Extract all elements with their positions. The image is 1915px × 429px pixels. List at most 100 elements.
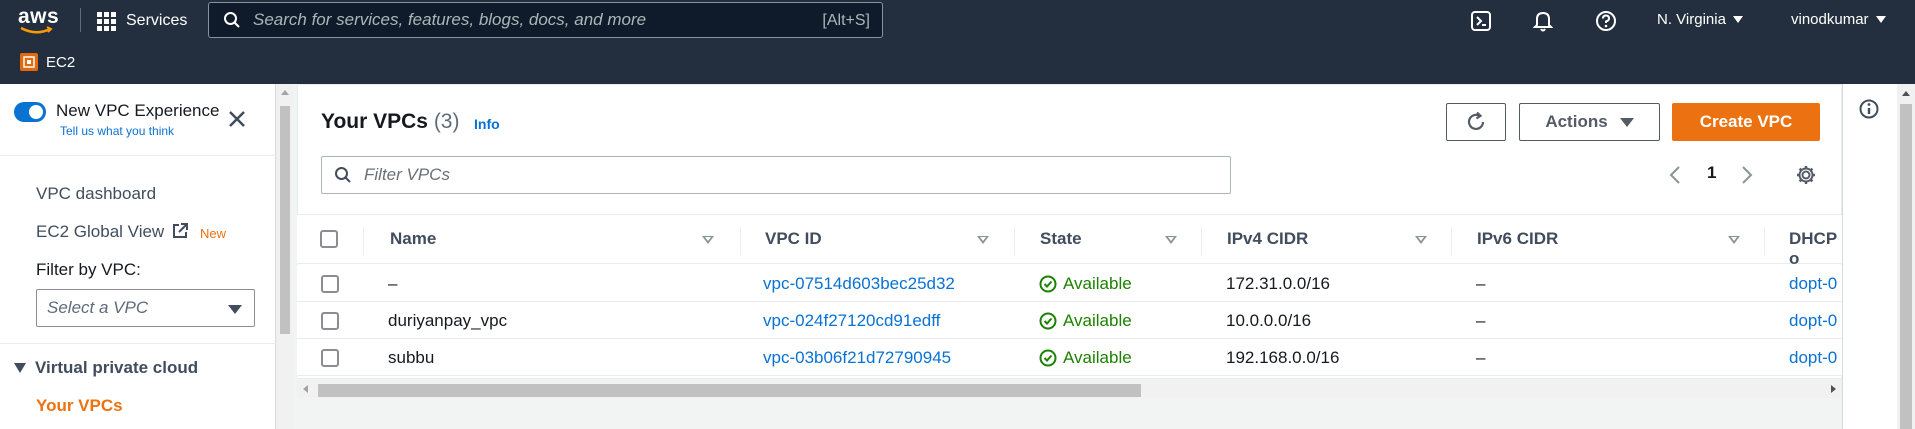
sidebar-divider — [0, 343, 276, 344]
vpc-name: duriyanpay_vpc — [388, 311, 508, 330]
ec2-favorite[interactable]: EC2 — [20, 53, 75, 71]
vpc-id-link[interactable]: vpc-024f27120cd91edff — [763, 311, 940, 331]
state-label: Available — [1063, 348, 1132, 367]
refresh-icon — [1467, 111, 1485, 131]
column-separator — [1451, 227, 1452, 255]
column-header-state[interactable]: State — [1040, 229, 1082, 249]
table-row[interactable]: duriyanpay_vpc vpc-024f27120cd91edff Ava… — [297, 302, 1842, 339]
info-link[interactable]: Info — [474, 116, 500, 132]
new-vpc-toggle[interactable] — [14, 102, 46, 122]
chevron-left-icon[interactable] — [1669, 165, 1681, 185]
aws-logo[interactable]: aws — [18, 5, 59, 37]
state-label: Available — [1063, 274, 1132, 293]
row-checkbox[interactable] — [321, 312, 339, 330]
dhcp-link[interactable]: dopt-0 — [1789, 274, 1837, 294]
column-header-dhcp[interactable]: DHCP o — [1789, 229, 1842, 269]
region-selector[interactable]: N. Virginia — [1657, 11, 1743, 28]
sort-icon[interactable] — [1415, 236, 1427, 244]
global-search[interactable]: [Alt+S] — [208, 2, 883, 38]
page-number[interactable]: 1 — [1707, 163, 1716, 183]
row-checkbox[interactable] — [321, 275, 339, 293]
dhcp-link[interactable]: dopt-0 — [1789, 311, 1837, 331]
search-input[interactable] — [253, 10, 773, 30]
ec2-icon — [20, 53, 38, 71]
new-badge: New — [200, 226, 227, 241]
state-cell: Available — [1039, 311, 1132, 331]
horizontal-scroll-thumb[interactable] — [318, 384, 1141, 397]
vpc-name: subbu — [388, 348, 435, 367]
refresh-button[interactable] — [1446, 103, 1506, 141]
bell-icon[interactable] — [1530, 8, 1556, 34]
sidebar-scroll-thumb[interactable] — [280, 106, 290, 334]
gear-icon[interactable] — [1795, 164, 1817, 186]
ipv4-cidr: 10.0.0.0/16 — [1226, 311, 1312, 330]
page-title-text: Your VPCs — [321, 110, 428, 133]
ipv4-cidr: 172.31.0.0/16 — [1226, 274, 1330, 293]
column-separator — [1014, 227, 1015, 255]
sort-icon[interactable] — [1728, 236, 1740, 244]
account-menu[interactable]: vinodkumar — [1791, 11, 1886, 28]
page-title: Your VPCs (3) — [321, 110, 459, 134]
sidebar-item-vpc-dashboard[interactable]: VPC dashboard — [36, 184, 156, 204]
region-label: N. Virginia — [1657, 11, 1726, 28]
help-icon[interactable] — [1593, 8, 1619, 34]
close-icon[interactable] — [228, 110, 246, 128]
cloudshell-icon[interactable] — [1468, 8, 1494, 34]
column-header-name[interactable]: Name — [390, 229, 436, 249]
state-cell: Available — [1039, 348, 1132, 368]
vpc-id-link[interactable]: vpc-03b06f21d72790945 — [763, 348, 951, 368]
sidebar-divider — [0, 155, 276, 156]
actions-button[interactable]: Actions — [1519, 103, 1660, 141]
vpc-count: (3) — [433, 110, 460, 133]
row-checkbox[interactable] — [321, 349, 339, 367]
scroll-up-arrow-icon[interactable] — [281, 90, 289, 95]
column-separator — [1764, 227, 1765, 255]
filter-vpcs[interactable] — [321, 156, 1231, 194]
column-header-ipv4-cidr[interactable]: IPv4 CIDR — [1227, 229, 1308, 249]
help-panel-rail — [1842, 84, 1897, 429]
actions-label: Actions — [1545, 112, 1608, 131]
column-separator — [1201, 227, 1202, 255]
create-vpc-button[interactable]: Create VPC — [1672, 103, 1820, 141]
ipv6-cidr: – — [1476, 348, 1486, 367]
topbar-divider — [80, 8, 81, 32]
state-label: Available — [1063, 311, 1132, 330]
scroll-right-arrow-icon[interactable] — [1831, 385, 1836, 393]
section-virtual-private-cloud[interactable]: Virtual private cloud — [14, 358, 198, 378]
column-header-ipv6-cidr[interactable]: IPv6 CIDR — [1477, 229, 1558, 249]
filter-input[interactable] — [364, 165, 1184, 185]
select-all-checkbox[interactable] — [320, 230, 338, 248]
dhcp-link[interactable]: dopt-0 — [1789, 348, 1837, 368]
ec2-label: EC2 — [46, 53, 76, 71]
scroll-up-arrow-icon[interactable] — [1902, 91, 1910, 96]
chevron-right-icon[interactable] — [1741, 165, 1753, 185]
vpc-select[interactable]: Select a VPC — [36, 289, 255, 327]
external-link-icon — [173, 223, 188, 238]
sidebar-item-your-vpcs[interactable]: Your VPCs — [36, 396, 123, 416]
info-icon[interactable] — [1858, 98, 1880, 120]
sort-icon[interactable] — [1165, 236, 1177, 244]
caret-down-icon — [1619, 117, 1634, 127]
caret-down-icon — [14, 363, 26, 373]
sort-icon[interactable] — [977, 236, 989, 244]
services-menu[interactable]: Services — [97, 8, 187, 34]
feedback-link[interactable]: Tell us what you think — [60, 124, 174, 138]
table-row[interactable]: – vpc-07514d603bec25d32 Available 172.31… — [297, 265, 1842, 302]
sort-icon[interactable] — [702, 236, 714, 244]
search-shortcut-hint: [Alt+S] — [822, 12, 870, 29]
ipv6-cidr: – — [1476, 311, 1486, 330]
vertical-scroll-thumb[interactable] — [1900, 104, 1912, 429]
user-label: vinodkumar — [1791, 11, 1869, 28]
column-header-vpc-id[interactable]: VPC ID — [765, 229, 822, 249]
scroll-left-arrow-icon[interactable] — [303, 385, 308, 393]
status-available-icon — [1039, 312, 1057, 330]
table-row[interactable]: subbu vpc-03b06f21d72790945 Available 19… — [297, 339, 1842, 376]
ipv6-cidr: – — [1476, 274, 1486, 293]
search-icon — [335, 167, 351, 183]
caret-down-icon — [228, 305, 242, 314]
services-label: Services — [126, 12, 188, 29]
vpc-id-link[interactable]: vpc-07514d603bec25d32 — [763, 274, 955, 294]
sidebar-item-ec2-global-view[interactable]: EC2 Global View — [36, 222, 164, 242]
column-separator — [740, 227, 741, 255]
status-available-icon — [1039, 349, 1057, 367]
